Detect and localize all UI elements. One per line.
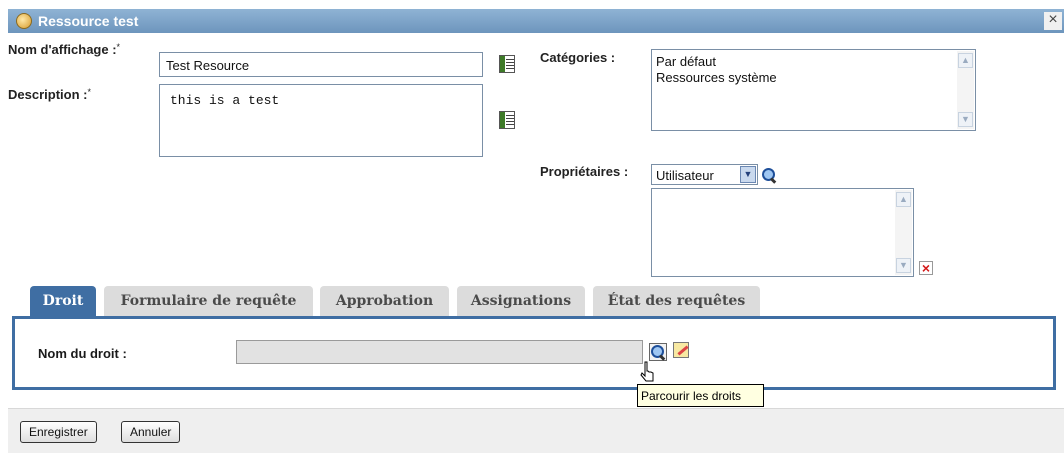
close-icon[interactable]: ×: [1044, 12, 1062, 30]
description-label: Description :*: [8, 87, 91, 102]
display-name-input[interactable]: Test Resource: [159, 52, 483, 77]
edit-list-icon[interactable]: [499, 111, 515, 129]
edit-list-icon[interactable]: [499, 55, 515, 73]
scrollbar[interactable]: ▲ ▼: [895, 190, 912, 275]
browse-entitlements-button[interactable]: [649, 343, 667, 361]
chevron-down-icon[interactable]: ▼: [740, 166, 756, 183]
search-icon[interactable]: [761, 167, 777, 183]
mouse-pointer-icon: [640, 361, 654, 382]
description-textarea[interactable]: this is a test: [159, 84, 483, 157]
tab-droit[interactable]: Droit: [30, 286, 96, 316]
tooltip: Parcourir les droits: [637, 384, 764, 407]
delete-icon[interactable]: ×: [919, 261, 933, 275]
tab-request-status[interactable]: État des requêtes: [593, 286, 760, 316]
categories-label: Catégories :: [540, 50, 616, 65]
dialog-title-bar: Ressource test ×: [8, 9, 1064, 33]
save-button[interactable]: Enregistrer: [20, 421, 97, 443]
tab-request-form[interactable]: Formulaire de requête: [104, 286, 313, 316]
cancel-button[interactable]: Annuler: [121, 421, 181, 443]
scroll-down-icon[interactable]: ▼: [896, 258, 911, 273]
dialog-footer: Enregistrer Annuler: [8, 408, 1064, 453]
display-name-label: Nom d'affichage :*: [8, 42, 121, 57]
list-item[interactable]: Ressources système: [656, 70, 971, 86]
list-item[interactable]: Par défaut: [656, 54, 971, 70]
scroll-down-icon[interactable]: ▼: [958, 112, 973, 127]
tab-assignments[interactable]: Assignations: [457, 286, 585, 316]
dialog-title: Ressource test: [38, 13, 139, 29]
scrollbar[interactable]: ▲ ▼: [957, 51, 974, 129]
owner-type-select[interactable]: Utilisateur ▼: [651, 164, 758, 185]
entitlement-input[interactable]: [236, 340, 643, 364]
scroll-up-icon[interactable]: ▲: [958, 53, 973, 68]
owners-listbox[interactable]: ▲ ▼: [651, 188, 914, 277]
scroll-up-icon[interactable]: ▲: [896, 192, 911, 207]
entitlement-label: Nom du droit :: [38, 346, 127, 361]
entitlement-panel: Nom du droit :: [12, 316, 1056, 390]
owner-type-value: Utilisateur: [656, 168, 714, 183]
owners-label: Propriétaires :: [540, 164, 629, 179]
tab-approval[interactable]: Approbation: [320, 286, 449, 316]
search-icon: [650, 344, 666, 360]
resource-icon: [16, 13, 32, 29]
clear-icon[interactable]: [673, 342, 689, 358]
categories-listbox[interactable]: Par défaut Ressources système ▲ ▼: [651, 49, 976, 131]
